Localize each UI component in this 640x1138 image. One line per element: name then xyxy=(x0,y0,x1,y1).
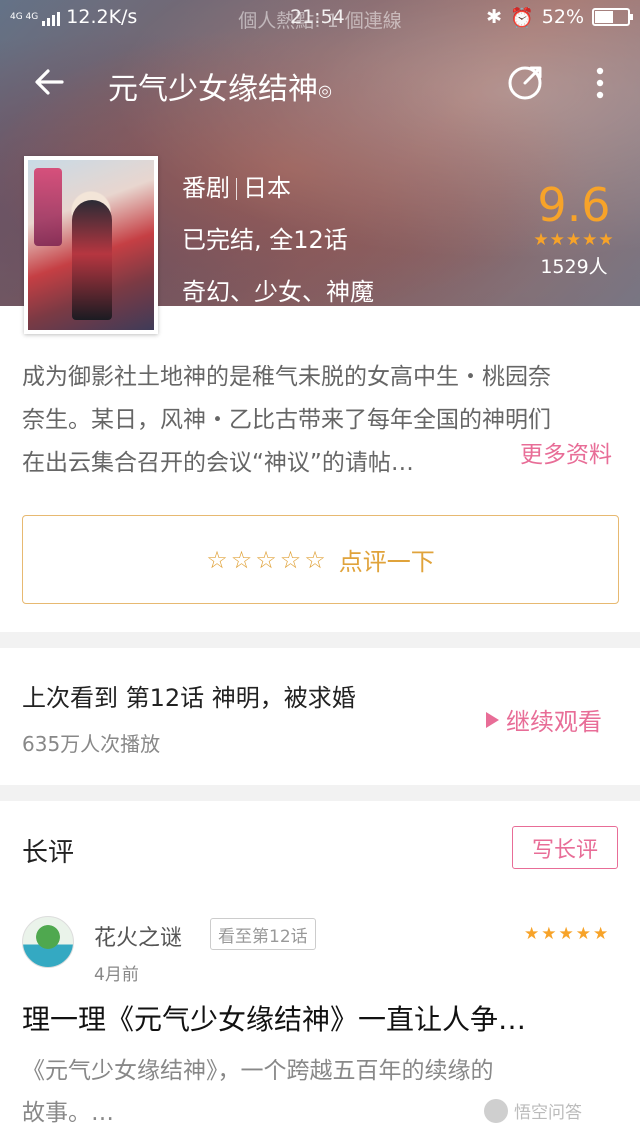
reviewer-name[interactable]: 花火之谜 xyxy=(94,920,182,952)
poster-character xyxy=(72,200,112,320)
clock: 21:54 xyxy=(290,6,345,28)
more-options-icon[interactable] xyxy=(588,66,612,100)
continue-label: 继续观看 xyxy=(506,708,602,736)
show-poster[interactable] xyxy=(24,156,158,334)
watermark-logo-icon xyxy=(484,1098,508,1123)
page-title-text: 元气少女缘结神 xyxy=(108,72,318,107)
rate-label: 点评一下 xyxy=(338,548,435,576)
continue-watching-button[interactable]: 继续观看 xyxy=(484,702,602,737)
separator xyxy=(236,178,237,200)
page-title: 元气少女缘结神◎ xyxy=(108,64,332,108)
play-count: 635万人次播放 xyxy=(22,732,161,756)
show-category: 番剧 xyxy=(182,174,230,202)
play-icon xyxy=(486,711,499,728)
last-watched: 上次看到 第12话 神明，被求婚 xyxy=(22,684,356,712)
review-title[interactable]: 理一理《元气少女缘结神》一直让人争… xyxy=(22,998,622,1038)
show-region: 日本 xyxy=(243,174,291,202)
show-status: 已完结, 全12话 xyxy=(182,226,348,254)
poster-logo xyxy=(34,168,62,246)
rate-button[interactable]: ☆☆☆☆☆ 点评一下 xyxy=(22,515,619,604)
avatar[interactable] xyxy=(22,916,74,968)
status-bar: 4G 4G 12.2K/s 個人熱點: 1 個連線 21:54 ✱ ⏰ 52% xyxy=(0,0,640,34)
score-value: 9.6 xyxy=(537,178,611,232)
review-time: 4月前 xyxy=(94,965,139,985)
long-review-heading: 长评 xyxy=(22,838,75,868)
show-type-region: 番剧 日本 xyxy=(182,168,291,203)
section-divider xyxy=(0,632,640,648)
share-icon[interactable] xyxy=(506,62,546,102)
score-block: 9.6 ★★★★★ 1529人 xyxy=(520,180,628,279)
write-review-button[interactable]: 写长评 xyxy=(512,826,618,869)
rater-count: 1529人 xyxy=(540,256,608,278)
poster-image xyxy=(28,160,154,330)
show-tags: 奇幻、少女、神魔 xyxy=(182,278,374,306)
review-stars: ★★★★★ xyxy=(524,924,611,944)
battery-fill xyxy=(595,11,613,23)
excerpt-line: 《元气少女缘结神》，一个跨越五百年的续缘的 xyxy=(22,1058,494,1084)
back-arrow-icon[interactable] xyxy=(32,64,68,100)
synopsis-line: 成为御影社土地神的是稚气未脱的女高中生・桃园奈 xyxy=(22,364,551,390)
top-nav: 元气少女缘结神◎ xyxy=(0,50,640,114)
battery-icon xyxy=(592,8,633,26)
score-stars: ★★★★★ xyxy=(533,230,615,250)
more-info-link[interactable]: 更多资料 xyxy=(512,435,612,469)
title-mark: ◎ xyxy=(318,81,332,100)
episode-badge: 看至第12话 xyxy=(210,918,316,950)
watermark-text: 悟空问答 xyxy=(514,1103,582,1123)
watermark: 悟空问答 xyxy=(484,1098,582,1123)
status-center: 個人熱點: 1 個連線 21:54 xyxy=(0,6,640,33)
empty-stars-icon: ☆☆☆☆☆ xyxy=(206,545,329,574)
section-divider xyxy=(0,785,640,801)
